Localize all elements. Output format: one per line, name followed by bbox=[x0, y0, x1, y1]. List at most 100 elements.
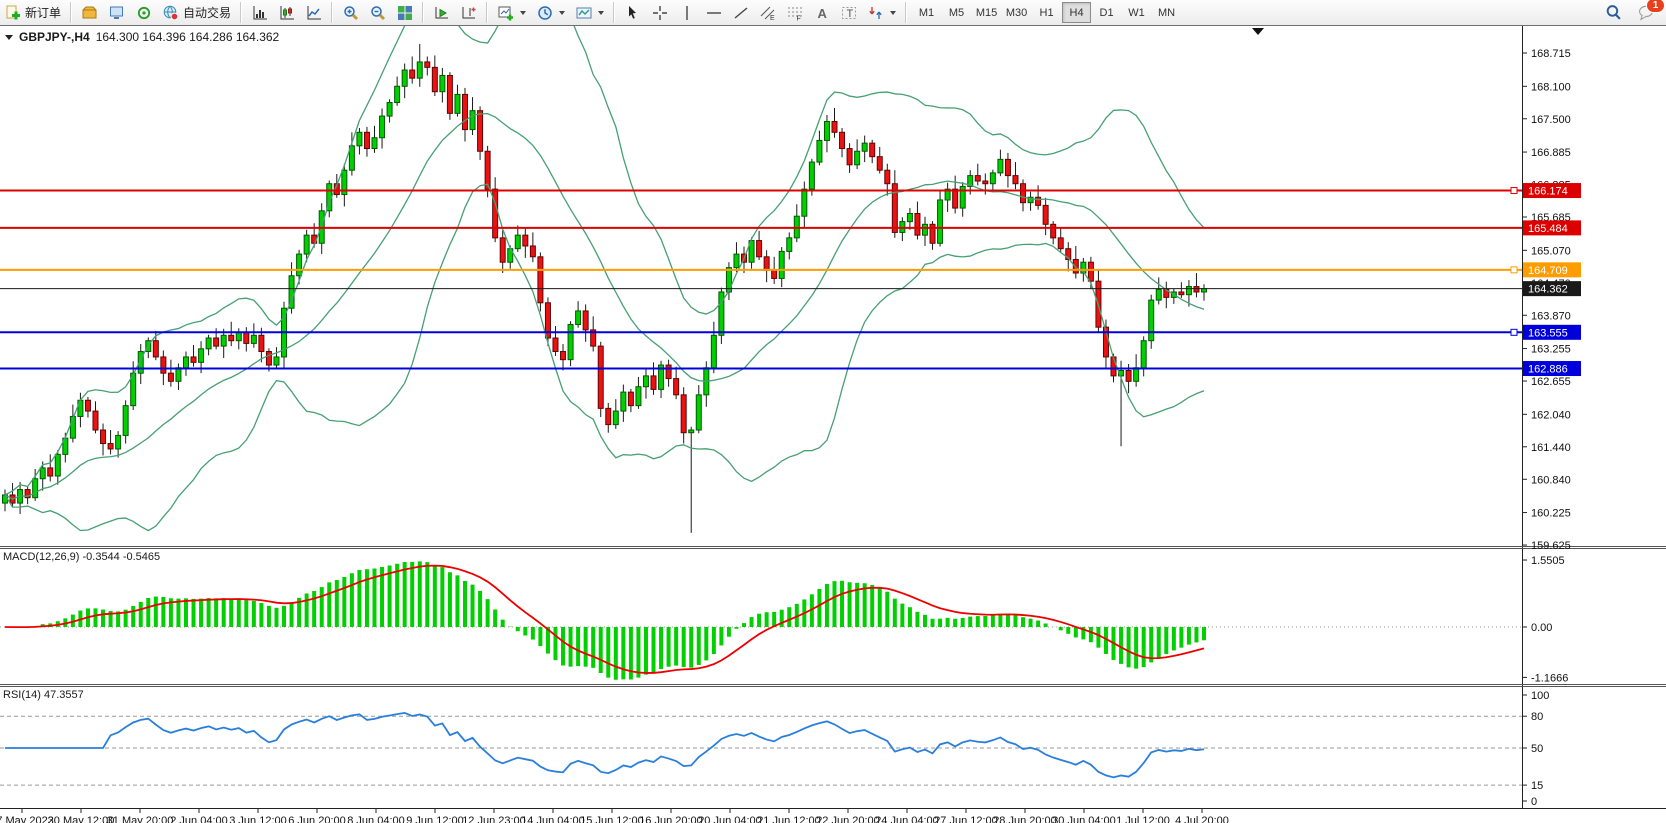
svg-text:159.625: 159.625 bbox=[1531, 540, 1571, 552]
toolbar-separator bbox=[421, 2, 426, 23]
timeframe-w1[interactable]: W1 bbox=[1122, 2, 1151, 23]
toolbar-button-periods[interactable] bbox=[532, 1, 570, 24]
timeframe-m30[interactable]: M30 bbox=[1002, 2, 1031, 23]
svg-text:162.040: 162.040 bbox=[1531, 409, 1571, 421]
toolbar-button-candle-chart[interactable] bbox=[274, 1, 300, 24]
svg-text:166.885: 166.885 bbox=[1531, 147, 1571, 159]
svg-text:161.440: 161.440 bbox=[1531, 442, 1571, 454]
time-axis[interactable]: 27 May 202230 May 12:0031 May 20:002 Jun… bbox=[0, 809, 1229, 823]
vline-icon bbox=[679, 5, 695, 21]
svg-text:2 Jun 04:00: 2 Jun 04:00 bbox=[170, 815, 228, 823]
dropdown-caret-icon[interactable] bbox=[559, 11, 565, 15]
rsi-line bbox=[5, 713, 1204, 778]
price-lines[interactable]: 166.174165.484164.709164.362163.555162.8… bbox=[0, 183, 1581, 376]
svg-text:20 Jun 04:00: 20 Jun 04:00 bbox=[698, 815, 762, 823]
toolbar-separator bbox=[485, 2, 490, 23]
price-axis[interactable]: 168.715168.100167.500166.885166.285165.6… bbox=[1522, 48, 1571, 552]
toolbar-button-new-order[interactable]: 新订单 bbox=[0, 1, 66, 24]
svg-text:162.655: 162.655 bbox=[1531, 376, 1571, 388]
toolbar-label-new-order: 新订单 bbox=[25, 4, 61, 21]
svg-text:167.500: 167.500 bbox=[1531, 114, 1571, 126]
toolbar-button-hline[interactable] bbox=[701, 1, 727, 24]
svg-text:164.362: 164.362 bbox=[1528, 284, 1568, 296]
svg-text:0: 0 bbox=[1531, 796, 1537, 808]
toolbar-button-autotrade[interactable]: 自动交易 bbox=[158, 1, 236, 24]
hline-icon bbox=[706, 5, 722, 21]
profiles-icon bbox=[82, 5, 98, 21]
tile-windows-icon bbox=[397, 5, 413, 21]
toolbar: 新订单 自动交易 E F AT M1M5M15M30H1H4D1W1MN 1 bbox=[0, 0, 1666, 26]
toolbar-button-text-label[interactable]: T bbox=[836, 1, 862, 24]
toolbar-separator bbox=[69, 2, 74, 23]
toolbar-button-fibonacci[interactable]: F bbox=[782, 1, 808, 24]
svg-text:1.5505: 1.5505 bbox=[1531, 555, 1565, 567]
svg-text:168.100: 168.100 bbox=[1531, 81, 1571, 93]
candle-chart-icon bbox=[279, 5, 295, 21]
toolbar-button-tile-windows[interactable] bbox=[392, 1, 418, 24]
svg-text:E: E bbox=[770, 15, 775, 21]
svg-text:8 Jun 04:00: 8 Jun 04:00 bbox=[347, 815, 405, 823]
svg-text:21 Jun 12:00: 21 Jun 12:00 bbox=[757, 815, 821, 823]
toolbar-button-text[interactable]: A bbox=[809, 1, 835, 24]
toolbar-button-crosshair[interactable] bbox=[647, 1, 673, 24]
toolbar-button-channel[interactable]: E bbox=[755, 1, 781, 24]
toolbar-button-zoom-out[interactable] bbox=[365, 1, 391, 24]
toolbar-button-arrows[interactable] bbox=[863, 1, 901, 24]
crosshair-icon bbox=[652, 5, 668, 21]
svg-text:100: 100 bbox=[1531, 690, 1549, 702]
dropdown-caret-icon[interactable] bbox=[890, 11, 896, 15]
toolbar-button-line-chart[interactable] bbox=[301, 1, 327, 24]
toolbar-button-search[interactable] bbox=[1600, 1, 1627, 24]
bar-chart-icon bbox=[252, 5, 268, 21]
toolbar-separator bbox=[239, 2, 244, 23]
toolbar-button-chart-shift[interactable] bbox=[456, 1, 482, 24]
svg-text:28 Jun 20:00: 28 Jun 20:00 bbox=[993, 815, 1057, 823]
toolbar-separator bbox=[904, 2, 909, 23]
timeframe-h1[interactable]: H1 bbox=[1032, 2, 1061, 23]
dropdown-caret-icon[interactable] bbox=[598, 11, 604, 15]
svg-text:15: 15 bbox=[1531, 780, 1543, 792]
svg-text:22 Jun 20:00: 22 Jun 20:00 bbox=[816, 815, 880, 823]
timeframe-d1[interactable]: D1 bbox=[1092, 2, 1121, 23]
svg-text:163.555: 163.555 bbox=[1528, 327, 1568, 339]
toolbar-button-trendline[interactable] bbox=[728, 1, 754, 24]
market-watch-icon bbox=[109, 5, 125, 21]
toolbar-label-autotrade: 自动交易 bbox=[183, 4, 231, 21]
timeframe-m5[interactable]: M5 bbox=[942, 2, 971, 23]
line-chart-icon bbox=[306, 5, 322, 21]
svg-text:9 Jun 12:00: 9 Jun 12:00 bbox=[406, 815, 464, 823]
collapse-arrow-icon[interactable] bbox=[5, 35, 13, 40]
toolbar-button-profiles[interactable] bbox=[77, 1, 103, 24]
macd-pane bbox=[0, 561, 1522, 679]
timeframe-m1[interactable]: M1 bbox=[912, 2, 941, 23]
timeframe-m15[interactable]: M15 bbox=[972, 2, 1001, 23]
toolbar-button-zoom-in[interactable] bbox=[338, 1, 364, 24]
toolbar-button-cursor[interactable] bbox=[620, 1, 646, 24]
chart-canvas[interactable]: 168.715168.100167.500166.885166.285165.6… bbox=[0, 0, 1666, 823]
rsi-axis[interactable]: 1008050150 bbox=[1522, 690, 1549, 808]
chart-shift-icon bbox=[461, 5, 477, 21]
toolbar-button-market-watch[interactable] bbox=[104, 1, 130, 24]
toolbar-button-auto-scroll[interactable] bbox=[429, 1, 455, 24]
toolbar-separator bbox=[330, 2, 335, 23]
channel-icon: E bbox=[760, 5, 776, 21]
text-icon: A bbox=[814, 5, 830, 21]
timeframe-mn[interactable]: MN bbox=[1152, 2, 1181, 23]
svg-text:24 Jun 04:00: 24 Jun 04:00 bbox=[875, 815, 939, 823]
toolbar-button-chat[interactable]: 1 bbox=[1633, 1, 1660, 24]
toolbar-button-navigator[interactable] bbox=[131, 1, 157, 24]
fibonacci-icon: F bbox=[787, 5, 803, 21]
toolbar-button-new-chart[interactable] bbox=[493, 1, 531, 24]
toolbar-button-templates[interactable] bbox=[571, 1, 609, 24]
chart-shift-marker[interactable] bbox=[1252, 28, 1264, 35]
svg-text:31 May 20:00: 31 May 20:00 bbox=[107, 815, 174, 823]
svg-text:F: F bbox=[797, 15, 801, 21]
svg-text:14 Jun 04:00: 14 Jun 04:00 bbox=[521, 815, 585, 823]
dropdown-caret-icon[interactable] bbox=[520, 11, 526, 15]
timeframe-h4[interactable]: H4 bbox=[1062, 2, 1091, 23]
svg-text:16 Jun 20:00: 16 Jun 20:00 bbox=[639, 815, 703, 823]
toolbar-button-vline[interactable] bbox=[674, 1, 700, 24]
macd-axis[interactable]: 1.55050.00-1.1666 bbox=[1522, 555, 1568, 684]
svg-text:A: A bbox=[818, 6, 828, 21]
toolbar-button-bar-chart[interactable] bbox=[247, 1, 273, 24]
